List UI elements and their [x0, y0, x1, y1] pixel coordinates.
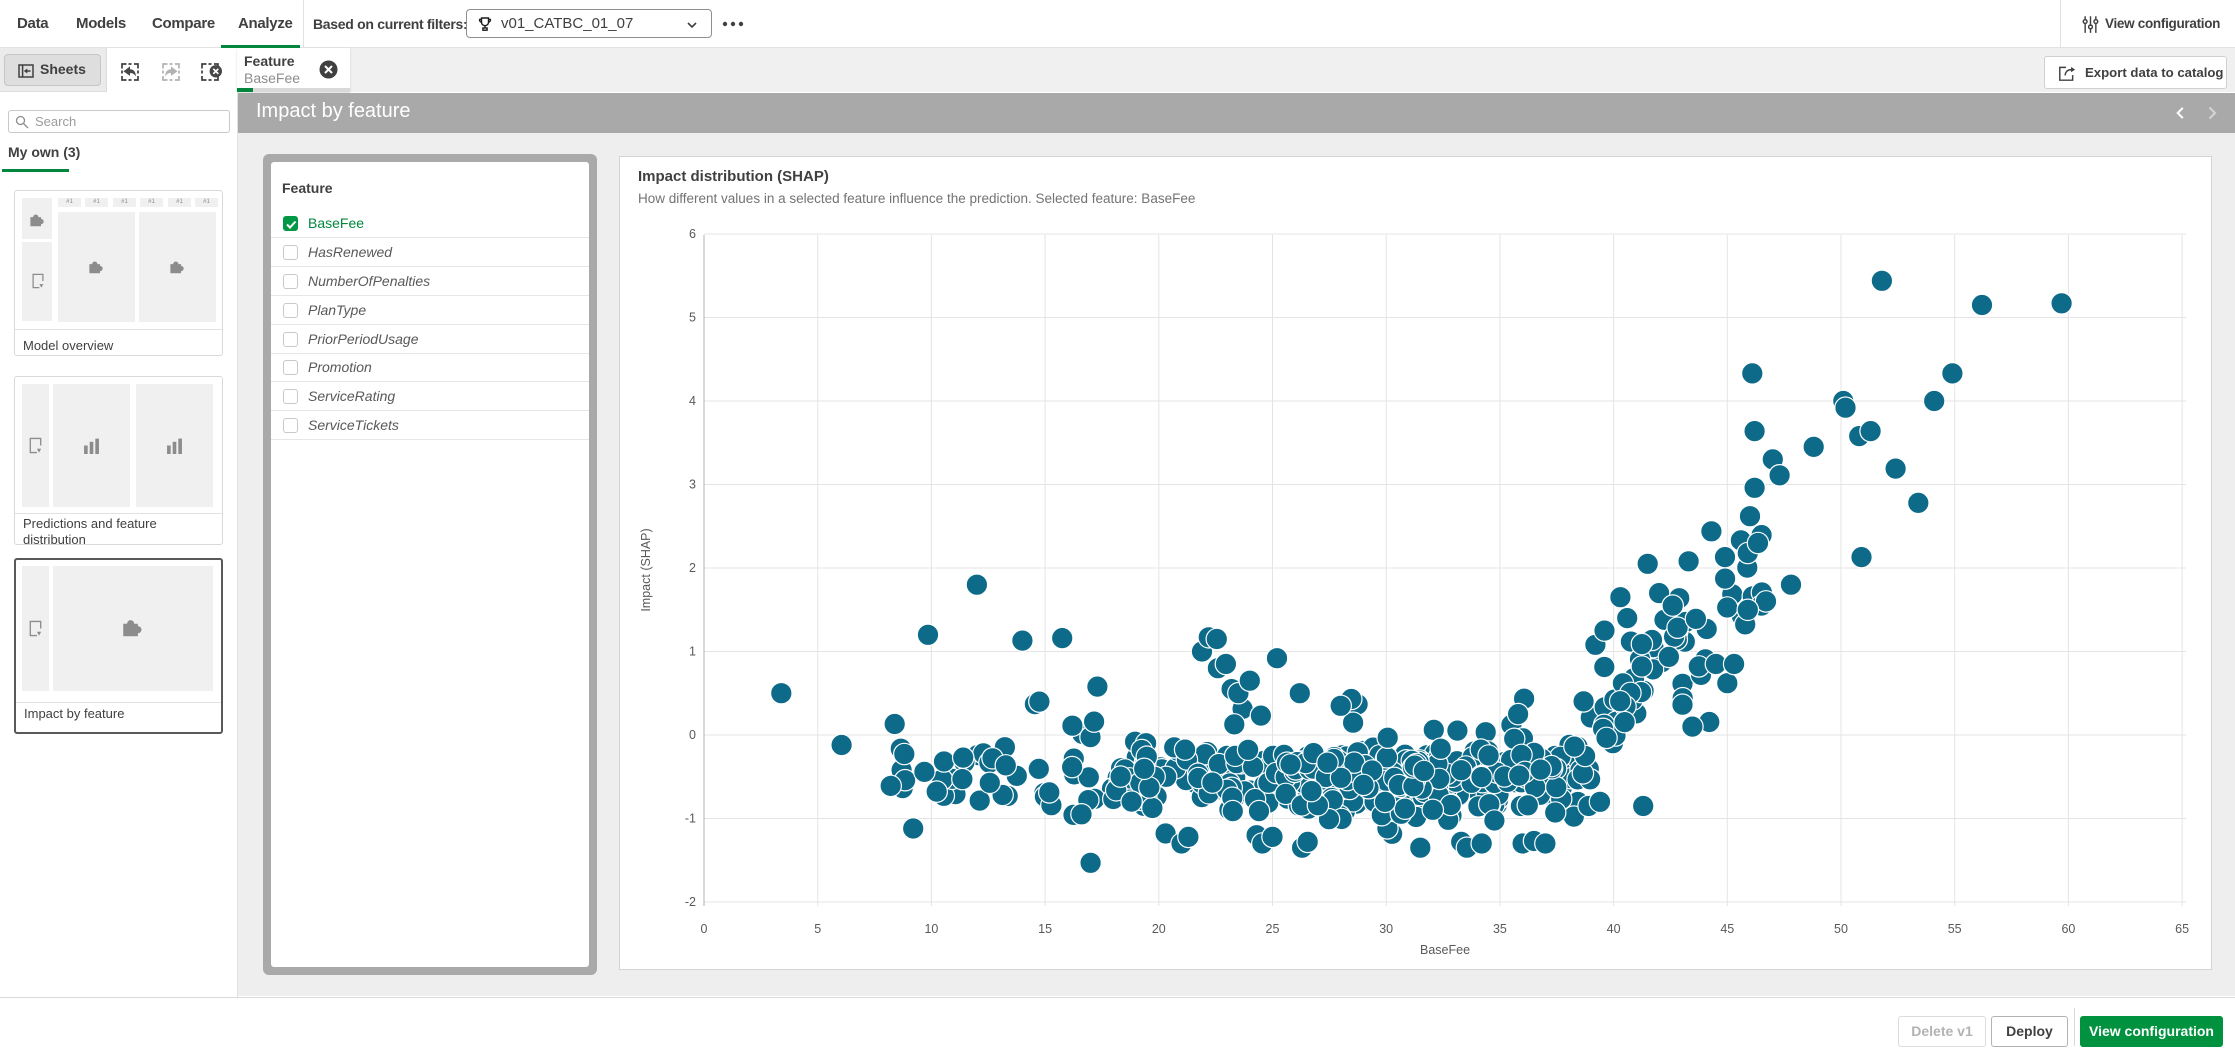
svg-text:-2: -2	[685, 895, 696, 909]
svg-text:15: 15	[1038, 922, 1052, 936]
svg-text:3: 3	[689, 478, 696, 492]
svg-text:0: 0	[689, 728, 696, 742]
svg-text:60: 60	[2061, 922, 2075, 936]
svg-text:10: 10	[924, 922, 938, 936]
svg-text:40: 40	[1607, 922, 1621, 936]
svg-text:55: 55	[1948, 922, 1962, 936]
svg-text:6: 6	[689, 227, 696, 241]
svg-text:5: 5	[814, 922, 821, 936]
svg-text:5: 5	[689, 311, 696, 325]
svg-text:45: 45	[1720, 922, 1734, 936]
svg-text:20: 20	[1152, 922, 1166, 936]
svg-text:1: 1	[689, 645, 696, 659]
svg-text:30: 30	[1379, 922, 1393, 936]
svg-text:0: 0	[701, 922, 708, 936]
svg-text:BaseFee: BaseFee	[1420, 943, 1470, 957]
svg-text:Impact (SHAP): Impact (SHAP)	[639, 528, 653, 611]
svg-text:35: 35	[1493, 922, 1507, 936]
svg-text:4: 4	[689, 394, 696, 408]
svg-text:25: 25	[1266, 922, 1280, 936]
svg-text:2: 2	[689, 561, 696, 575]
svg-text:65: 65	[2175, 922, 2189, 936]
svg-text:50: 50	[1834, 922, 1848, 936]
svg-text:-1: -1	[685, 812, 696, 826]
